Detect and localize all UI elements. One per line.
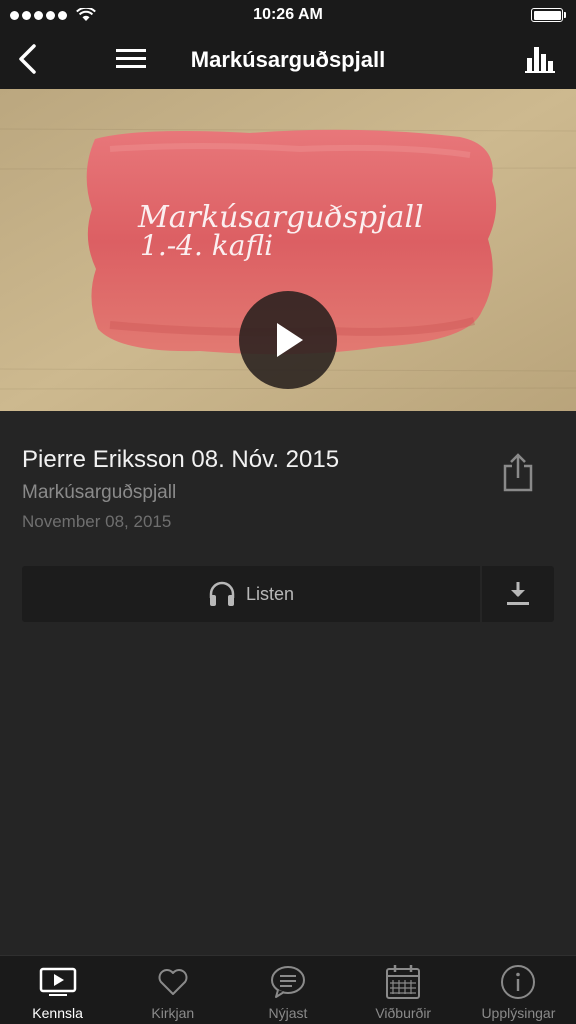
hamburger-icon[interactable] <box>112 44 150 74</box>
share-icon[interactable] <box>500 452 536 494</box>
headphones-icon <box>209 581 235 606</box>
status-bar: 10:26 AM <box>0 0 576 30</box>
tv-play-icon <box>39 967 76 996</box>
sermon-series: Markúsarguðspjall <box>22 482 177 503</box>
play-button[interactable] <box>239 291 337 389</box>
calendar-icon <box>386 965 421 999</box>
tab-label: Upplýsingar <box>481 1005 556 1021</box>
chevron-left-icon[interactable] <box>12 42 42 76</box>
sermon-artwork[interactable]: Markúsarguðspjall 1.-4. kafli <box>0 89 576 411</box>
tab-kennsla[interactable]: Kennsla <box>0 956 115 1024</box>
tab-upplysingar[interactable]: Upplýsingar <box>461 956 576 1024</box>
play-icon <box>277 323 303 357</box>
battery-icon <box>531 8 566 22</box>
tab-label: Nýjast <box>268 1005 308 1021</box>
sermon-info: Pierre Eriksson 08. Nóv. 2015 Markúsargu… <box>22 446 482 532</box>
listen-button[interactable]: Listen <box>22 566 480 622</box>
sermon-date: November 08, 2015 <box>22 512 172 531</box>
listen-label: Listen <box>245 583 295 604</box>
tab-vidburdir[interactable]: Viðburðir <box>346 956 461 1024</box>
tab-label: Kennsla <box>32 1005 83 1021</box>
navigation-bar: Markúsarguðspjall <box>0 30 576 89</box>
chat-bubble-icon <box>271 966 305 998</box>
download-button[interactable] <box>482 566 554 622</box>
tab-bar: Kennsla Kirkjan Nýjast Viðburðir Upplýsi… <box>0 955 576 1024</box>
tab-nyjast[interactable]: Nýjast <box>230 956 345 1024</box>
signal-dots-icon <box>10 8 96 22</box>
artwork-title-line2: 1.-4. kafli <box>140 229 273 262</box>
bar-chart-icon[interactable] <box>522 44 556 74</box>
page-title: Markúsarguðspjall <box>190 46 386 72</box>
heart-icon <box>158 969 188 995</box>
tab-label: Kirkjan <box>151 1005 195 1021</box>
wifi-icon <box>76 8 96 21</box>
sermon-title: Pierre Eriksson 08. Nóv. 2015 <box>22 446 340 473</box>
download-icon <box>507 582 529 605</box>
tab-label: Viðburðir <box>375 1005 432 1021</box>
media-actions: Listen <box>22 566 554 622</box>
tab-kirkjan[interactable]: Kirkjan <box>115 956 230 1024</box>
info-icon <box>501 965 536 999</box>
